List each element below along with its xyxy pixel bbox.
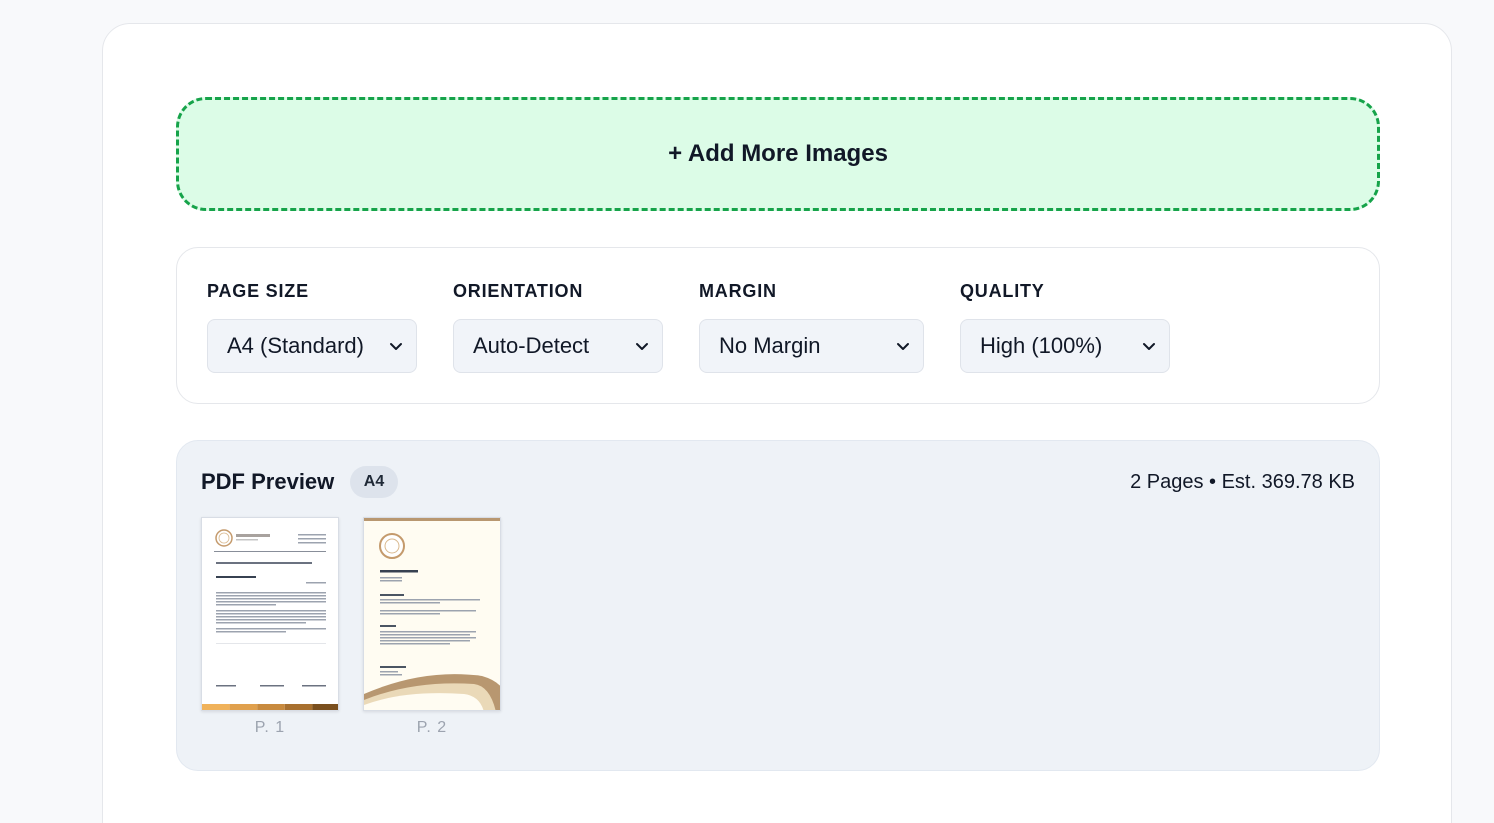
- page-size-field: PAGE SIZE A4 (Standard): [207, 281, 417, 373]
- page-number-label: P. 2: [416, 719, 448, 736]
- chevron-down-icon: [390, 343, 402, 350]
- letterhead-page-image: [202, 518, 338, 710]
- page-preview-image[interactable]: [363, 517, 501, 711]
- pdf-preview-panel: PDF Preview A4 2 Pages • Est. 369.78 KB: [176, 440, 1380, 771]
- orientation-select[interactable]: Auto-Detect: [453, 319, 663, 373]
- quality-label: QUALITY: [960, 281, 1045, 301]
- quality-select[interactable]: High (100%): [960, 319, 1170, 373]
- page-size-badge: A4: [350, 466, 398, 498]
- page-size-value: A4 (Standard): [227, 333, 364, 358]
- converter-card: + Add More Images PAGE SIZE A4 (Standard…: [102, 23, 1452, 823]
- quality-value: High (100%): [980, 333, 1103, 358]
- page-number-label: P. 1: [254, 719, 286, 736]
- margin-field: MARGIN No Margin: [699, 281, 924, 373]
- notice-page-image: [364, 518, 500, 710]
- page-size-select[interactable]: A4 (Standard): [207, 319, 417, 373]
- pdf-settings-panel: PAGE SIZE A4 (Standard) ORIENTATION Auto…: [176, 247, 1380, 404]
- orientation-value: Auto-Detect: [473, 333, 590, 358]
- margin-select[interactable]: No Margin: [699, 319, 924, 373]
- quality-field: QUALITY High (100%): [960, 281, 1170, 373]
- page-thumbnail[interactable]: P. 2: [363, 517, 501, 737]
- page-preview-image[interactable]: [201, 517, 339, 711]
- orientation-label: ORIENTATION: [453, 281, 584, 301]
- margin-label: MARGIN: [699, 281, 777, 301]
- page-size-label: PAGE SIZE: [207, 281, 309, 301]
- page-thumbnail[interactable]: P. 1: [201, 517, 339, 737]
- add-images-label: + Add More Images: [668, 140, 888, 167]
- preview-summary: 2 Pages • Est. 369.78 KB: [1130, 471, 1355, 493]
- preview-title: PDF Preview: [201, 469, 335, 494]
- margin-value: No Margin: [719, 333, 821, 358]
- chevron-down-icon: [636, 343, 648, 350]
- chevron-down-icon: [1143, 343, 1155, 350]
- chevron-down-icon: [897, 343, 909, 350]
- orientation-field: ORIENTATION Auto-Detect: [453, 281, 663, 373]
- add-images-dropzone[interactable]: + Add More Images: [176, 97, 1380, 211]
